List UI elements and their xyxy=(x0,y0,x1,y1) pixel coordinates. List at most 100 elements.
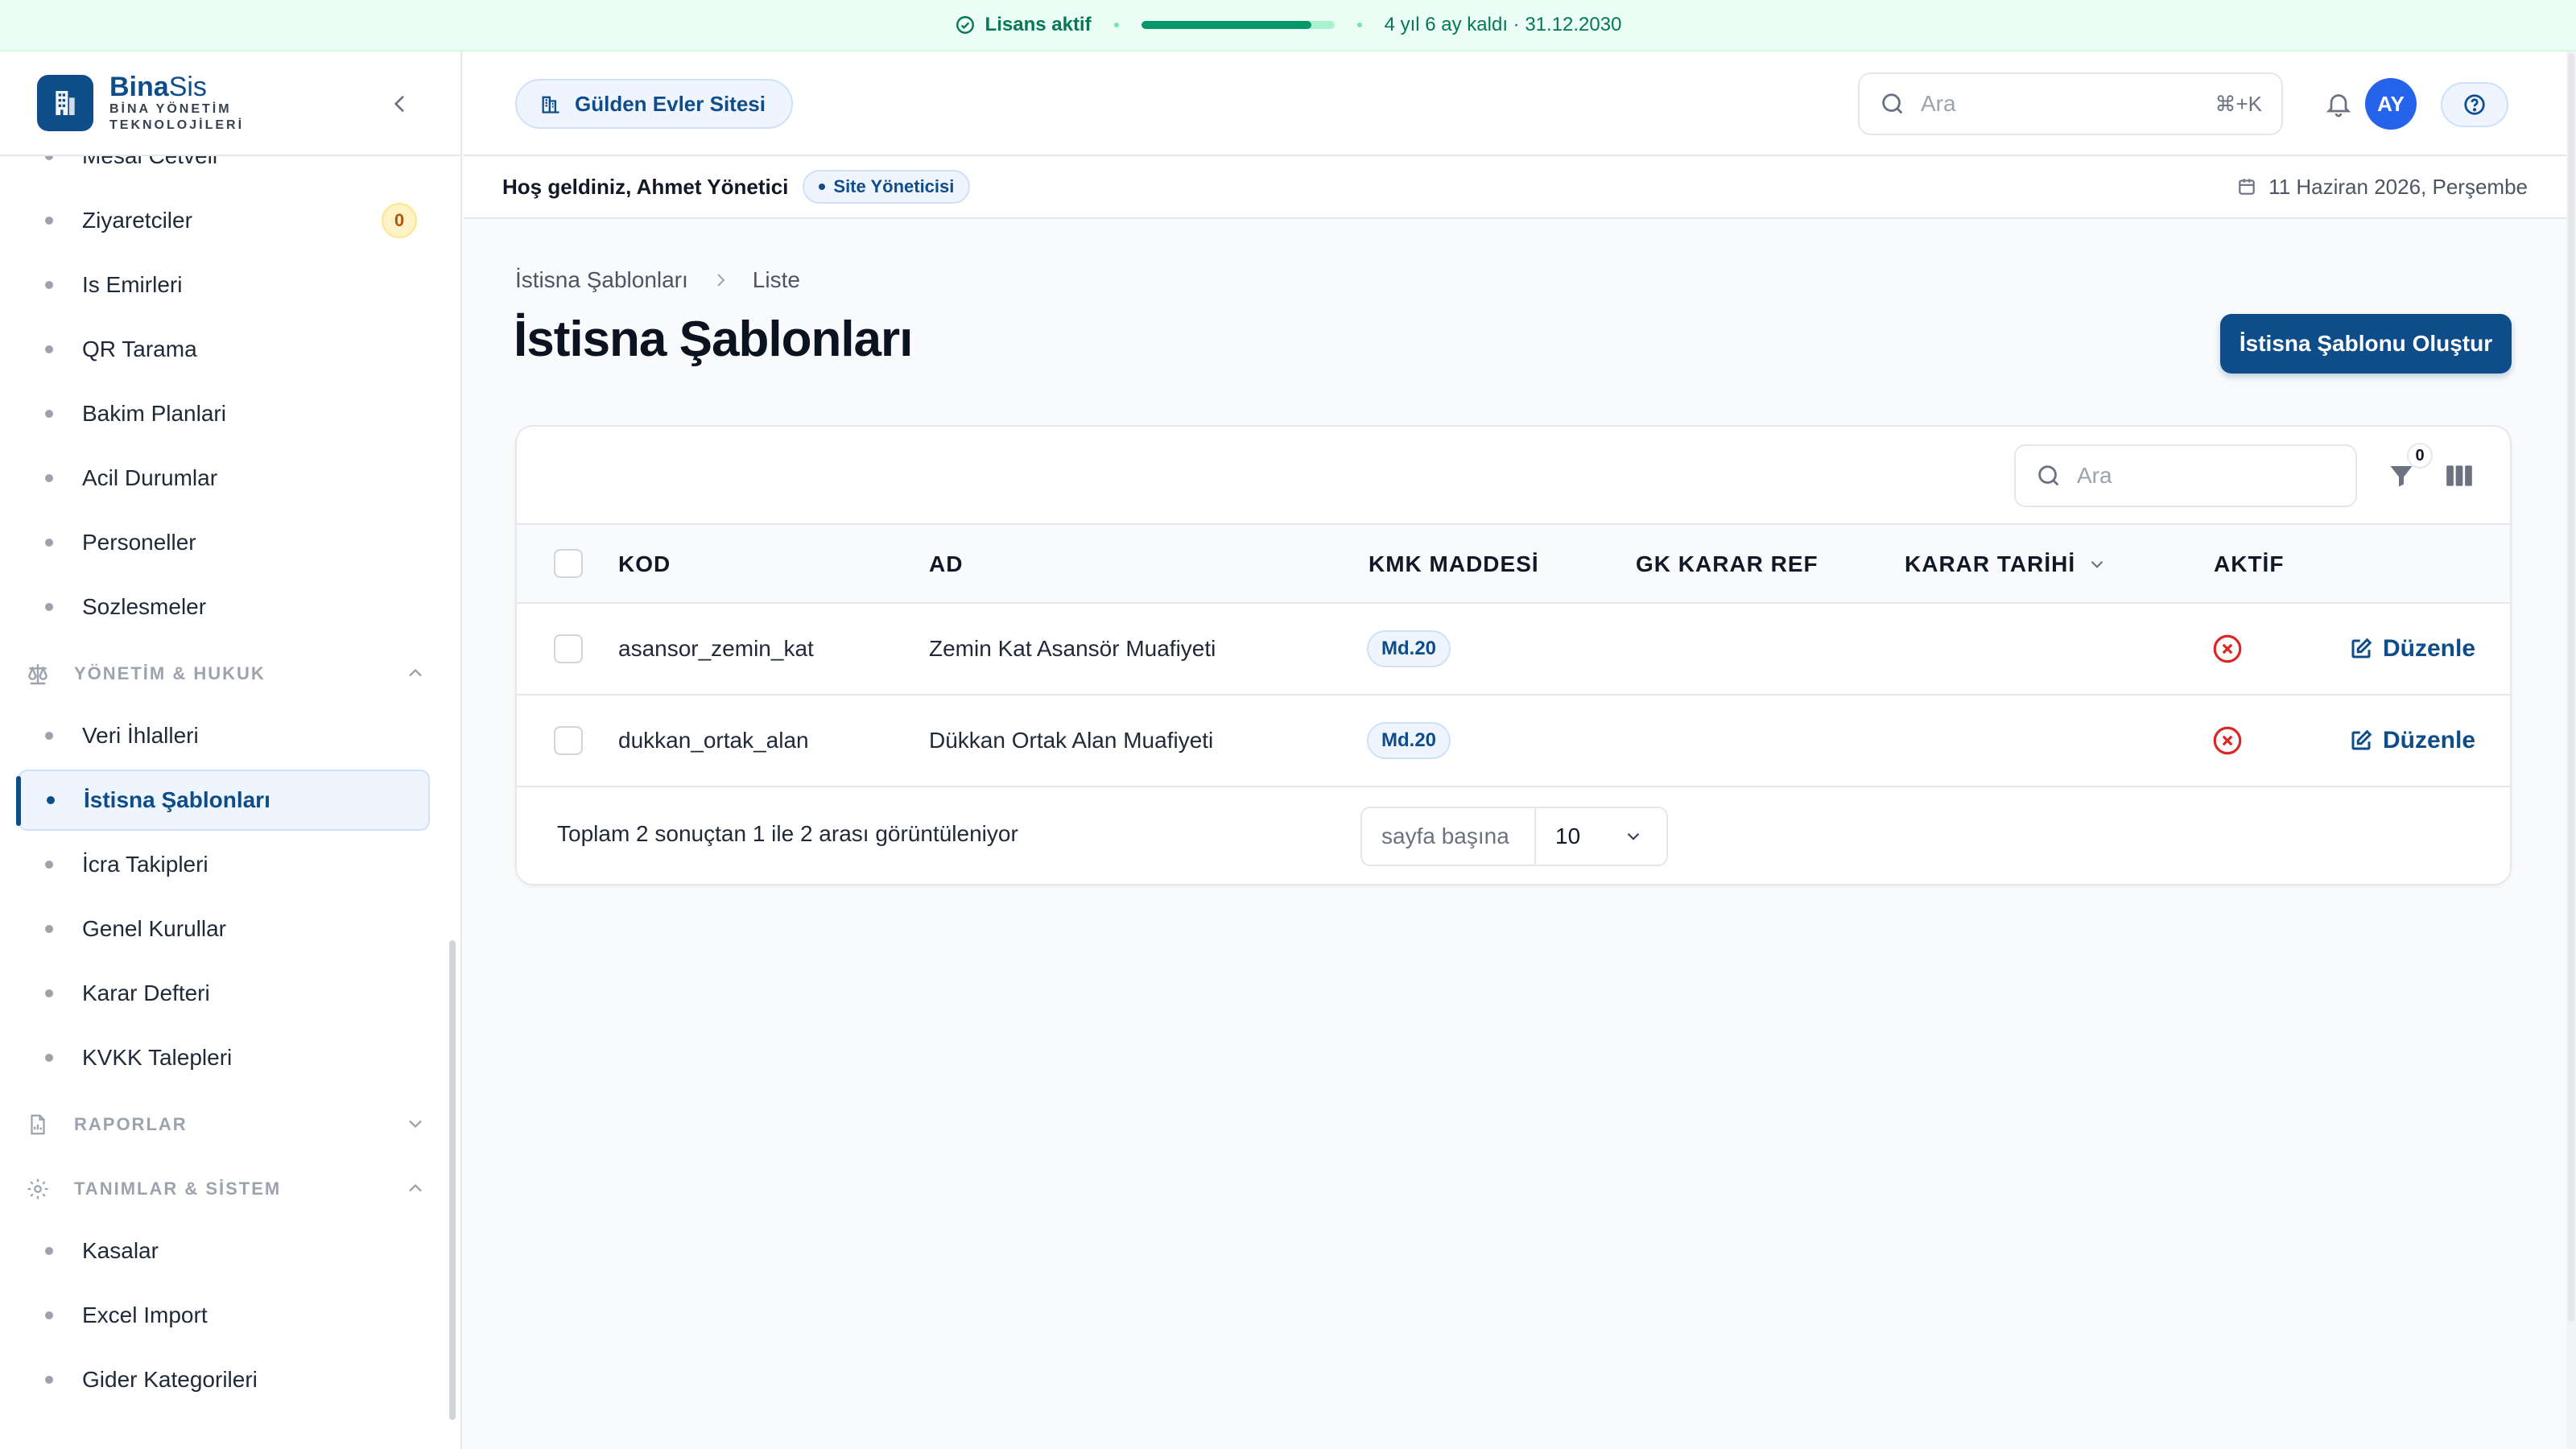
sidebar-item-label: Gider Kategorileri xyxy=(82,1367,258,1392)
cell-aktif xyxy=(2211,696,2244,786)
sidebar-item-ziyaretciler[interactable]: Ziyaretciler 0 xyxy=(18,190,430,251)
search-icon xyxy=(1882,93,1903,114)
column-header-label: KOD xyxy=(618,551,671,576)
separator-dot xyxy=(1113,23,1119,27)
table-search[interactable] xyxy=(2014,444,2357,507)
column-header-ad[interactable]: AD xyxy=(929,525,963,604)
column-header-kod[interactable]: KOD xyxy=(618,525,671,604)
cell-aktif xyxy=(2211,604,2244,694)
table-card: 0 KOD AD KMK MADDESİ GK KARAR REF KARAR … xyxy=(515,425,2512,886)
column-header-karar-tarihi[interactable]: KARAR TARİHİ xyxy=(1905,525,2107,604)
site-selector-button[interactable]: Gülden Evler Sitesi xyxy=(515,79,793,129)
sidebar-item-is-emirleri[interactable]: Is Emirleri xyxy=(18,254,430,316)
sidebar-scrollbar[interactable] xyxy=(449,940,456,1420)
welcome-bar: Hoş geldiniz, Ahmet Yönetici Site Yöneti… xyxy=(464,156,2566,219)
bullet-icon xyxy=(45,989,53,997)
table-row[interactable]: dukkan_ortak_alan Dükkan Ortak Alan Muaf… xyxy=(517,696,2510,787)
edit-button-label: Düzenle xyxy=(2383,727,2476,753)
bullet-icon xyxy=(45,1376,53,1384)
sidebar-item-kvkk-talepleri[interactable]: KVKK Talepleri xyxy=(18,1027,430,1088)
count-badge: 0 xyxy=(382,203,417,238)
sidebar-section-yonetim[interactable]: YÖNETİM & HUKUK xyxy=(24,654,427,694)
per-page-select[interactable]: 10 xyxy=(1536,824,1666,849)
user-avatar[interactable]: AY xyxy=(2365,78,2417,130)
sidebar-item-label: Excel Import xyxy=(82,1302,208,1327)
global-search-input[interactable] xyxy=(1921,91,2201,117)
breadcrumb-item-parent[interactable]: İstisna Şablonları xyxy=(515,267,688,293)
license-status: Lisans aktif xyxy=(955,14,1092,36)
sidebar-item-label: İstisna Şablonları xyxy=(84,787,270,812)
sidebar-item-icra-takipleri[interactable]: İcra Takipleri xyxy=(18,834,430,895)
sidebar-item-excel-import[interactable]: Excel Import xyxy=(18,1285,430,1346)
breadcrumb-item-current: Liste xyxy=(752,267,800,292)
sidebar-section-raporlar[interactable]: RAPORLAR xyxy=(24,1104,427,1145)
table-row[interactable]: asansor_zemin_kat Zemin Kat Asansör Muaf… xyxy=(517,604,2510,696)
column-header-aktif[interactable]: AKTİF xyxy=(2214,525,2284,604)
column-header-kmk-maddesi[interactable]: KMK MADDESİ xyxy=(1368,525,1539,604)
brand-subtitle-2: TEKNOLOJİLERİ xyxy=(109,118,245,132)
sidebar-item-genel-kurullar[interactable]: Genel Kurullar xyxy=(18,898,430,960)
building-icon xyxy=(542,96,559,114)
separator-dot xyxy=(1356,23,1362,27)
sidebar-item-personeller[interactable]: Personeller xyxy=(18,512,430,573)
sidebar-item-label: Acil Durumlar xyxy=(82,465,218,490)
brand-name-bold: Bina xyxy=(109,72,169,102)
sidebar-item-karar-defteri[interactable]: Karar Defteri xyxy=(18,963,430,1024)
select-all-checkbox[interactable] xyxy=(554,549,583,578)
sidebar-item-sozlesmeler[interactable]: Sozlesmeler xyxy=(18,576,430,638)
cell-kod: asansor_zemin_kat xyxy=(618,636,814,661)
row-checkbox[interactable] xyxy=(554,726,583,755)
notifications-button[interactable] xyxy=(2318,84,2359,124)
brand-header: BinaSis BİNA YÖNETİM TEKNOLOJİLERİ xyxy=(0,52,460,156)
bell-icon xyxy=(2326,94,2351,118)
edit-button[interactable]: Düzenle xyxy=(2349,727,2475,754)
sidebar-item-label: QR Tarama xyxy=(82,336,197,361)
sidebar-section-tanimlar[interactable]: TANIMLAR & SİSTEM xyxy=(24,1169,427,1209)
sidebar-item-bakim-planlari[interactable]: Bakim Planlari xyxy=(18,383,430,444)
sidebar-collapse-button[interactable] xyxy=(380,84,420,124)
column-header-label: AKTİF xyxy=(2214,551,2285,576)
sidebar-section-label: YÖNETİM & HUKUK xyxy=(74,663,266,683)
x-circle-icon xyxy=(2213,726,2242,755)
current-date: 11 Haziran 2026, Perşembe xyxy=(2236,175,2528,200)
table-header: KOD AD KMK MADDESİ GK KARAR REF KARAR TA… xyxy=(517,525,2510,604)
table-toolbar: 0 xyxy=(517,427,2510,525)
page-scrollbar-thumb[interactable] xyxy=(2568,53,2574,1322)
report-icon xyxy=(24,1111,52,1138)
cell-kod: dukkan_ortak_alan xyxy=(618,728,809,753)
sidebar-item-kasalar[interactable]: Kasalar xyxy=(18,1220,430,1282)
chevron-down-icon xyxy=(2091,560,2103,568)
page-scrollbar[interactable] xyxy=(2566,52,2576,1449)
sidebar-item-veri-ihlalleri[interactable]: Veri İhlalleri xyxy=(18,705,430,766)
edit-icon xyxy=(2351,729,2372,750)
create-template-button[interactable]: İstisna Şablonu Oluştur xyxy=(2220,314,2512,374)
bullet-icon xyxy=(45,603,53,611)
filter-count-badge: 0 xyxy=(2407,443,2433,469)
sidebar-item-gider-kategorileri[interactable]: Gider Kategorileri xyxy=(18,1349,430,1410)
sidebar-section-label: RAPORLAR xyxy=(74,1114,188,1134)
sidebar-item-label: KVKK Talepleri xyxy=(82,1045,233,1070)
sidebar-item-qr-tarama[interactable]: QR Tarama xyxy=(18,319,430,380)
column-header-gk-karar-ref[interactable]: GK KARAR REF xyxy=(1636,525,1818,604)
scale-icon xyxy=(24,660,52,687)
sidebar-item-istisna-sablonlari[interactable]: İstisna Şablonları xyxy=(16,770,430,831)
row-checkbox[interactable] xyxy=(554,634,583,663)
column-toggle-button[interactable] xyxy=(2439,456,2479,496)
column-header-label: GK KARAR REF xyxy=(1636,551,1818,576)
license-progress-fill xyxy=(1141,21,1311,29)
edit-button[interactable]: Düzenle xyxy=(2349,635,2475,663)
bullet-icon xyxy=(45,474,53,482)
chevron-down-icon xyxy=(409,1120,422,1129)
global-search[interactable]: ⌘+K xyxy=(1858,72,2283,135)
chevron-down-icon xyxy=(1627,832,1640,840)
sidebar-item-acil-durumlar[interactable]: Acil Durumlar xyxy=(18,448,430,509)
check-circle-icon xyxy=(956,16,974,34)
chevron-up-icon xyxy=(409,1183,422,1192)
edit-icon xyxy=(2351,638,2372,658)
column-header-label: AD xyxy=(929,551,964,576)
brand-name: BinaSis xyxy=(109,72,244,101)
per-page-selector[interactable]: sayfa başına 10 xyxy=(1360,807,1668,866)
cell-ad: Zemin Kat Asansör Muafiyeti xyxy=(929,636,1216,661)
table-search-input[interactable] xyxy=(2077,463,2336,489)
help-button[interactable] xyxy=(2441,82,2508,127)
